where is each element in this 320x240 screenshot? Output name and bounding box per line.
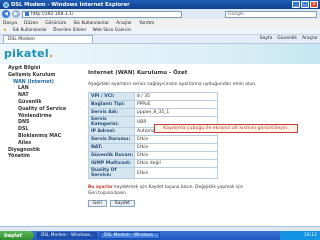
table-row: IGMP Multicast: Etkin değil — [88, 159, 218, 168]
menu-help[interactable]: Yardım — [139, 21, 154, 26]
ie-logo-icon — [3, 1, 9, 8]
taskbar-item[interactable]: DSL Modem - Windows... — [100, 232, 160, 239]
menu-view[interactable]: Görünüm — [45, 21, 66, 26]
table-row: VPI / VCI: 8 / 35 — [88, 92, 218, 101]
sidebar-item-dsl[interactable]: DSL — [0, 127, 80, 134]
save-note: Bu ayarlar kaydetmek için Kaydet tuşuna … — [88, 185, 244, 196]
address-toolbar: ◀ ▶ http://192.168.1.1/ Google — [0, 9, 320, 19]
back-button[interactable]: ◀ — [2, 10, 10, 18]
sidebar-item-ailes[interactable]: Ailes — [0, 141, 80, 148]
minimize-button[interactable]: _ — [292, 1, 300, 8]
table-row: Bağlantı Tipi: PPPoE — [88, 100, 218, 109]
taskbar-item[interactable]: DSL Modem - Windows... — [37, 232, 97, 239]
menu-edit[interactable]: Düzen — [24, 21, 38, 26]
favorites-bar: ★ Sık Kullanılanlar Önerilen Siteler Web… — [0, 27, 320, 35]
search-placeholder: Google — [228, 11, 244, 17]
tool-security[interactable]: Güvenlik — [277, 36, 297, 41]
table-row: Servis Durumu: Etkin — [88, 135, 218, 144]
menu-bar: Dosya Düzen Görünüm Sık Kullanılanlar Ar… — [0, 19, 320, 27]
sidebar-item-device-info[interactable]: Aygıt Bilgisi — [0, 66, 80, 73]
favorites-item-suggested[interactable]: Önerilen Siteler — [53, 28, 87, 33]
favorites-label[interactable]: Sık Kullanılanlar — [13, 28, 47, 33]
back-form-button[interactable]: Geri — [88, 200, 107, 207]
sidebar-item-blocked-mac[interactable]: Bloklanmış MAC — [0, 134, 80, 141]
tab-label: DSL Modem — [8, 37, 35, 42]
page-header: pikatel. — [0, 44, 320, 64]
search-input[interactable]: Google — [225, 10, 317, 18]
taskbar: başlat DSL Modem - Windows... DSL Modem … — [0, 231, 320, 240]
start-button[interactable]: başlat — [0, 231, 34, 240]
page-icon — [25, 12, 29, 16]
close-button[interactable]: x — [310, 1, 318, 8]
sidebar-menu: Aygıt Bilgisi Gelişmiş Kurulum WAN (Inte… — [0, 66, 80, 226]
tool-page[interactable]: Sayfa — [260, 36, 273, 41]
address-input[interactable]: http://192.168.1.1/ — [22, 10, 182, 18]
tool-tools[interactable]: Araçlar — [302, 36, 318, 41]
table-row: Güvenlik Duvarı: Etkin — [88, 151, 218, 160]
menu-tools[interactable]: Araçlar — [116, 21, 132, 26]
menu-file[interactable]: Dosya — [3, 21, 17, 26]
save-button[interactable]: Kaydet — [109, 200, 135, 207]
sidebar-item-qos[interactable]: Quality of Service — [0, 107, 80, 114]
sidebar-item-management[interactable]: Yönetim — [0, 154, 80, 161]
wan-summary-table: VPI / VCI: 8 / 35 Bağlantı Tipi: PPPoE Ser… — [88, 92, 218, 179]
table-row: Servis Adı: pppoe_8_35_1 — [88, 108, 218, 117]
tab-bar: DSL Modem Sayfa Güvenlik Araçlar — [0, 35, 320, 44]
table-row: NAT: Etkin — [88, 143, 218, 152]
table-row: Quality Of Service: Etkin — [88, 167, 218, 179]
page-title: Internet (WAN) Kurulumu - Özet — [88, 70, 188, 76]
form-buttons: Geri Kaydet — [88, 200, 313, 207]
brand-logo: pikatel. — [4, 47, 54, 60]
window-titlebar: DSL Modem - Windows Internet Explorer _ … — [0, 0, 320, 9]
forward-button[interactable]: ▶ — [12, 10, 20, 18]
web-page: pikatel. Aygıt Bilgisi Gelişmiş Kurulum … — [0, 44, 320, 226]
tutorial-annotation: Kaydırma çubuğu ile ekranın alt kısmını … — [154, 124, 298, 133]
sidebar-item-wan[interactable]: WAN (Internet) — [0, 80, 80, 87]
sidebar-item-nat[interactable]: NAT — [0, 93, 80, 100]
favorites-item-webslice[interactable]: Web Slice Galerisi — [93, 28, 131, 33]
sidebar-item-advanced-setup[interactable]: Gelişmiş Kurulum — [0, 73, 80, 80]
sidebar-item-dns[interactable]: DNS — [0, 120, 80, 127]
window-title: DSL Modem - Windows Internet Explorer — [11, 1, 130, 8]
main-content: Internet (WAN) Kurulumu - Özet Aşağıdaki… — [88, 70, 313, 207]
sidebar-item-lan[interactable]: LAN — [0, 86, 80, 93]
system-tray-clock: 16:12 — [280, 231, 320, 240]
tab-dsl-modem[interactable]: DSL Modem — [3, 35, 93, 43]
favorites-star-icon[interactable]: ★ — [3, 28, 7, 33]
sidebar-item-security[interactable]: Güvenlik — [0, 100, 80, 107]
menu-favorites[interactable]: Sık Kullanılanlar — [73, 21, 109, 26]
address-url: http://192.168.1.1/ — [31, 11, 74, 17]
page-description: Aşağıdaki ayarların servis sağlayıcınızı… — [88, 82, 257, 87]
maximize-button[interactable]: □ — [301, 1, 309, 8]
sidebar-item-routing[interactable]: Yönlendirme — [0, 114, 80, 121]
